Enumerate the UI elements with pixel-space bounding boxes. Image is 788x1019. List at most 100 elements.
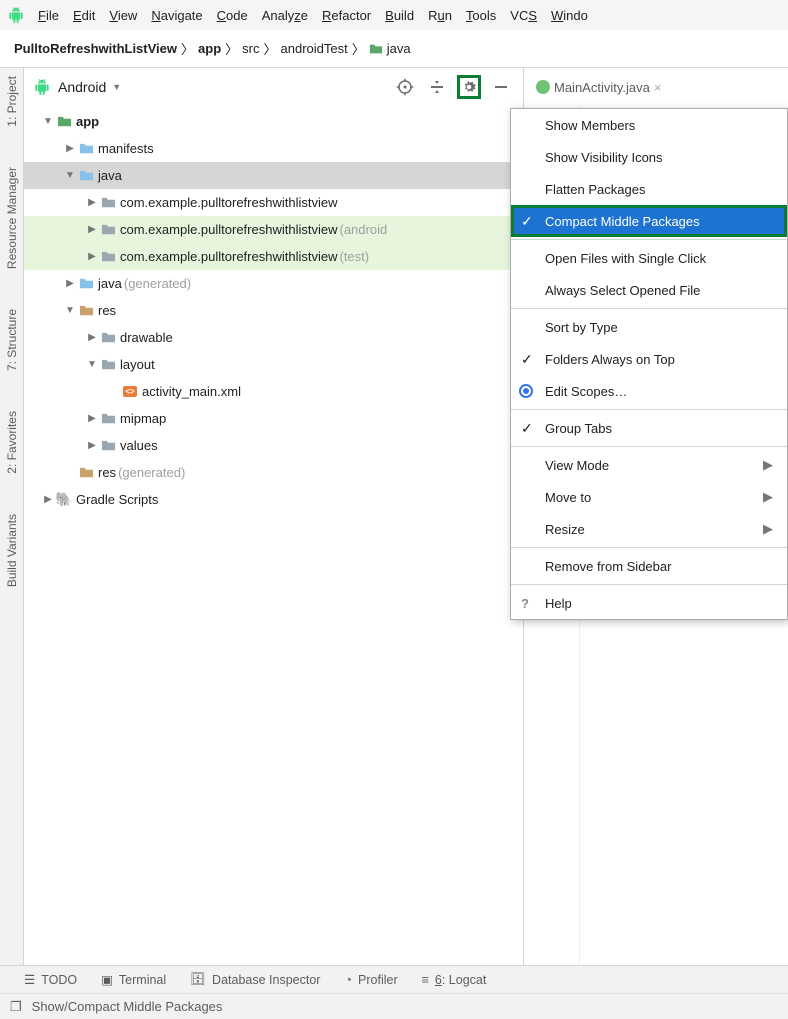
breadcrumb-androidtest[interactable]: androidTest xyxy=(281,41,348,56)
tree-node[interactable]: ▼java xyxy=(24,162,523,189)
tool-terminal[interactable]: ▣Terminal xyxy=(101,972,166,987)
tree-node[interactable]: ▶com.example.pulltorefreshwithlistview xyxy=(24,189,523,216)
tree-node[interactable]: ▼ app xyxy=(24,108,523,135)
menu-tools[interactable]: Tools xyxy=(466,8,496,23)
tree-node[interactable]: <>activity_main.xml xyxy=(24,378,523,405)
breadcrumb-app[interactable]: app xyxy=(198,41,221,56)
editor-tab[interactable]: MainActivity.java × xyxy=(528,76,669,99)
tree-node[interactable]: ▶com.example.pulltorefreshwithlistview (… xyxy=(24,216,523,243)
rail-resource-manager[interactable]: Resource Manager xyxy=(5,167,19,269)
menu-build[interactable]: Build xyxy=(385,8,414,23)
chevron-down-icon[interactable]: ▼ xyxy=(62,305,78,316)
project-tool-window: Android ▼ ▼app▶manifests▼java▶com.exampl… xyxy=(24,68,524,965)
tree-node[interactable]: ▼res xyxy=(24,297,523,324)
menu-item-resize[interactable]: Resize▶ xyxy=(511,513,787,545)
tree-node-suffix: (test) xyxy=(339,249,369,264)
close-icon[interactable]: × xyxy=(654,80,662,95)
chevron-right-icon[interactable]: ▶ xyxy=(84,332,100,343)
chevron-right-icon[interactable]: ▶ xyxy=(62,143,78,154)
menu-edit[interactable]: Edit xyxy=(73,8,95,23)
tool-logcat[interactable]: ≡6: Logcat xyxy=(422,973,487,987)
window-icon[interactable]: ❐ xyxy=(10,999,22,1015)
chevron-right-icon[interactable]: ▶ xyxy=(84,197,100,208)
menu-navigate[interactable]: Navigate xyxy=(151,8,202,23)
menu-window[interactable]: Windo xyxy=(551,8,588,23)
tool-window-settings-button[interactable] xyxy=(457,75,481,99)
menu-item-label: Folders Always on Top xyxy=(545,352,675,367)
menu-item-show-visibility-icons[interactable]: Show Visibility Icons xyxy=(511,141,787,173)
chevron-right-icon[interactable]: ▶ xyxy=(84,413,100,424)
database-icon: 🗄 xyxy=(190,972,206,987)
terminal-icon: ▣ xyxy=(101,972,113,987)
menu-item-open-files-with-single-click[interactable]: Open Files with Single Click xyxy=(511,242,787,274)
project-tree[interactable]: ▼app▶manifests▼java▶com.example.pulltore… xyxy=(24,106,523,965)
tree-node[interactable]: ▶ manifests xyxy=(24,135,523,162)
menu-item-flatten-packages[interactable]: Flatten Packages xyxy=(511,173,787,205)
tree-node[interactable]: ▼layout xyxy=(24,351,523,378)
tool-profiler[interactable]: ◔Profiler xyxy=(344,973,397,987)
chevron-right-icon[interactable]: ▶ xyxy=(84,251,100,262)
menu-item-compact-middle-packages[interactable]: ✓Compact Middle Packages xyxy=(511,205,787,237)
select-opened-file-button[interactable] xyxy=(393,75,417,99)
menu-run[interactable]: Run xyxy=(428,8,452,23)
settings-popup-menu: Show Members Show Visibility Icons Flatten… xyxy=(510,108,788,620)
menu-item-show-members[interactable]: Show Members xyxy=(511,109,787,141)
menu-analyze[interactable]: Analyze xyxy=(262,8,308,23)
menu-item-remove-from-sidebar[interactable]: Remove from Sidebar xyxy=(511,550,787,582)
menu-view[interactable]: View xyxy=(109,8,137,23)
package-icon xyxy=(100,195,116,211)
menu-item-label: Open Files with Single Click xyxy=(545,251,706,266)
tree-node[interactable]: ▶java (generated) xyxy=(24,270,523,297)
breadcrumb-root[interactable]: PulltoRefreshwithListView xyxy=(14,41,177,56)
menu-vcs[interactable]: VCS xyxy=(510,8,537,23)
tree-node-label: app xyxy=(76,114,99,129)
project-view-dropdown[interactable]: Android ▼ xyxy=(58,79,121,95)
menu-item-always-select-opened-file[interactable]: Always Select Opened File xyxy=(511,274,787,306)
menu-item-label: Remove from Sidebar xyxy=(545,559,671,574)
breadcrumb-src[interactable]: src xyxy=(242,41,259,56)
menu-separator xyxy=(511,308,787,309)
tree-node[interactable]: ▶com.example.pulltorefreshwithlistview (… xyxy=(24,243,523,270)
tree-node-label: com.example.pulltorefreshwithlistview xyxy=(120,222,337,237)
tool-database-inspector[interactable]: 🗄Database Inspector xyxy=(190,972,320,987)
rail-build-variants[interactable]: Build Variants xyxy=(5,514,19,587)
menu-item-edit-scopes[interactable]: Edit Scopes… xyxy=(511,375,787,407)
tree-node[interactable]: ▶🐘Gradle Scripts xyxy=(24,486,523,513)
tree-node-label: manifests xyxy=(98,141,154,156)
rail-structure[interactable]: 7: Structure xyxy=(5,309,19,371)
tree-node[interactable]: ▶mipmap xyxy=(24,405,523,432)
breadcrumb: PulltoRefreshwithListView 〉 app 〉 src 〉 … xyxy=(0,30,788,68)
tree-node[interactable]: res (generated) xyxy=(24,459,523,486)
menu-code[interactable]: Code xyxy=(217,8,248,23)
menu-item-folders-always-on-top[interactable]: ✓Folders Always on Top xyxy=(511,343,787,375)
rail-project[interactable]: 1: Project xyxy=(5,76,19,127)
collapse-all-button[interactable] xyxy=(425,75,449,99)
chevron-right-icon[interactable]: ▶ xyxy=(84,440,100,451)
menu-item-label: Show Visibility Icons xyxy=(545,150,663,165)
menu-item-view-mode[interactable]: View Mode▶ xyxy=(511,449,787,481)
list-icon: ☰ xyxy=(24,972,35,987)
menu-file[interactable]: File xyxy=(38,8,59,23)
tree-node[interactable]: ▶drawable xyxy=(24,324,523,351)
menu-item-group-tabs[interactable]: ✓Group Tabs xyxy=(511,412,787,444)
chevron-down-icon[interactable]: ▼ xyxy=(62,170,78,181)
chevron-down-icon[interactable]: ▼ xyxy=(40,116,56,127)
menu-item-help[interactable]: ?Help xyxy=(511,587,787,619)
chevron-right-icon[interactable]: ▶ xyxy=(62,278,78,289)
help-icon: ? xyxy=(521,596,529,611)
chevron-down-icon[interactable]: ▼ xyxy=(84,359,100,370)
tool-todo[interactable]: ☰TODO xyxy=(24,972,77,987)
chevron-right-icon: ▶ xyxy=(763,489,773,505)
menu-refactor[interactable]: Refactor xyxy=(322,8,371,23)
tree-node[interactable]: ▶values xyxy=(24,432,523,459)
menu-item-sort-by-type[interactable]: Sort by Type xyxy=(511,311,787,343)
rail-favorites[interactable]: 2: Favorites xyxy=(5,411,19,474)
package-icon xyxy=(100,249,116,265)
menu-separator xyxy=(511,547,787,548)
chevron-right-icon[interactable]: ▶ xyxy=(40,494,56,505)
folder-icon xyxy=(78,168,94,184)
hide-tool-window-button[interactable] xyxy=(489,75,513,99)
menu-item-move-to[interactable]: Move to▶ xyxy=(511,481,787,513)
chevron-right-icon[interactable]: ▶ xyxy=(84,224,100,235)
breadcrumb-java[interactable]: java xyxy=(369,41,411,56)
